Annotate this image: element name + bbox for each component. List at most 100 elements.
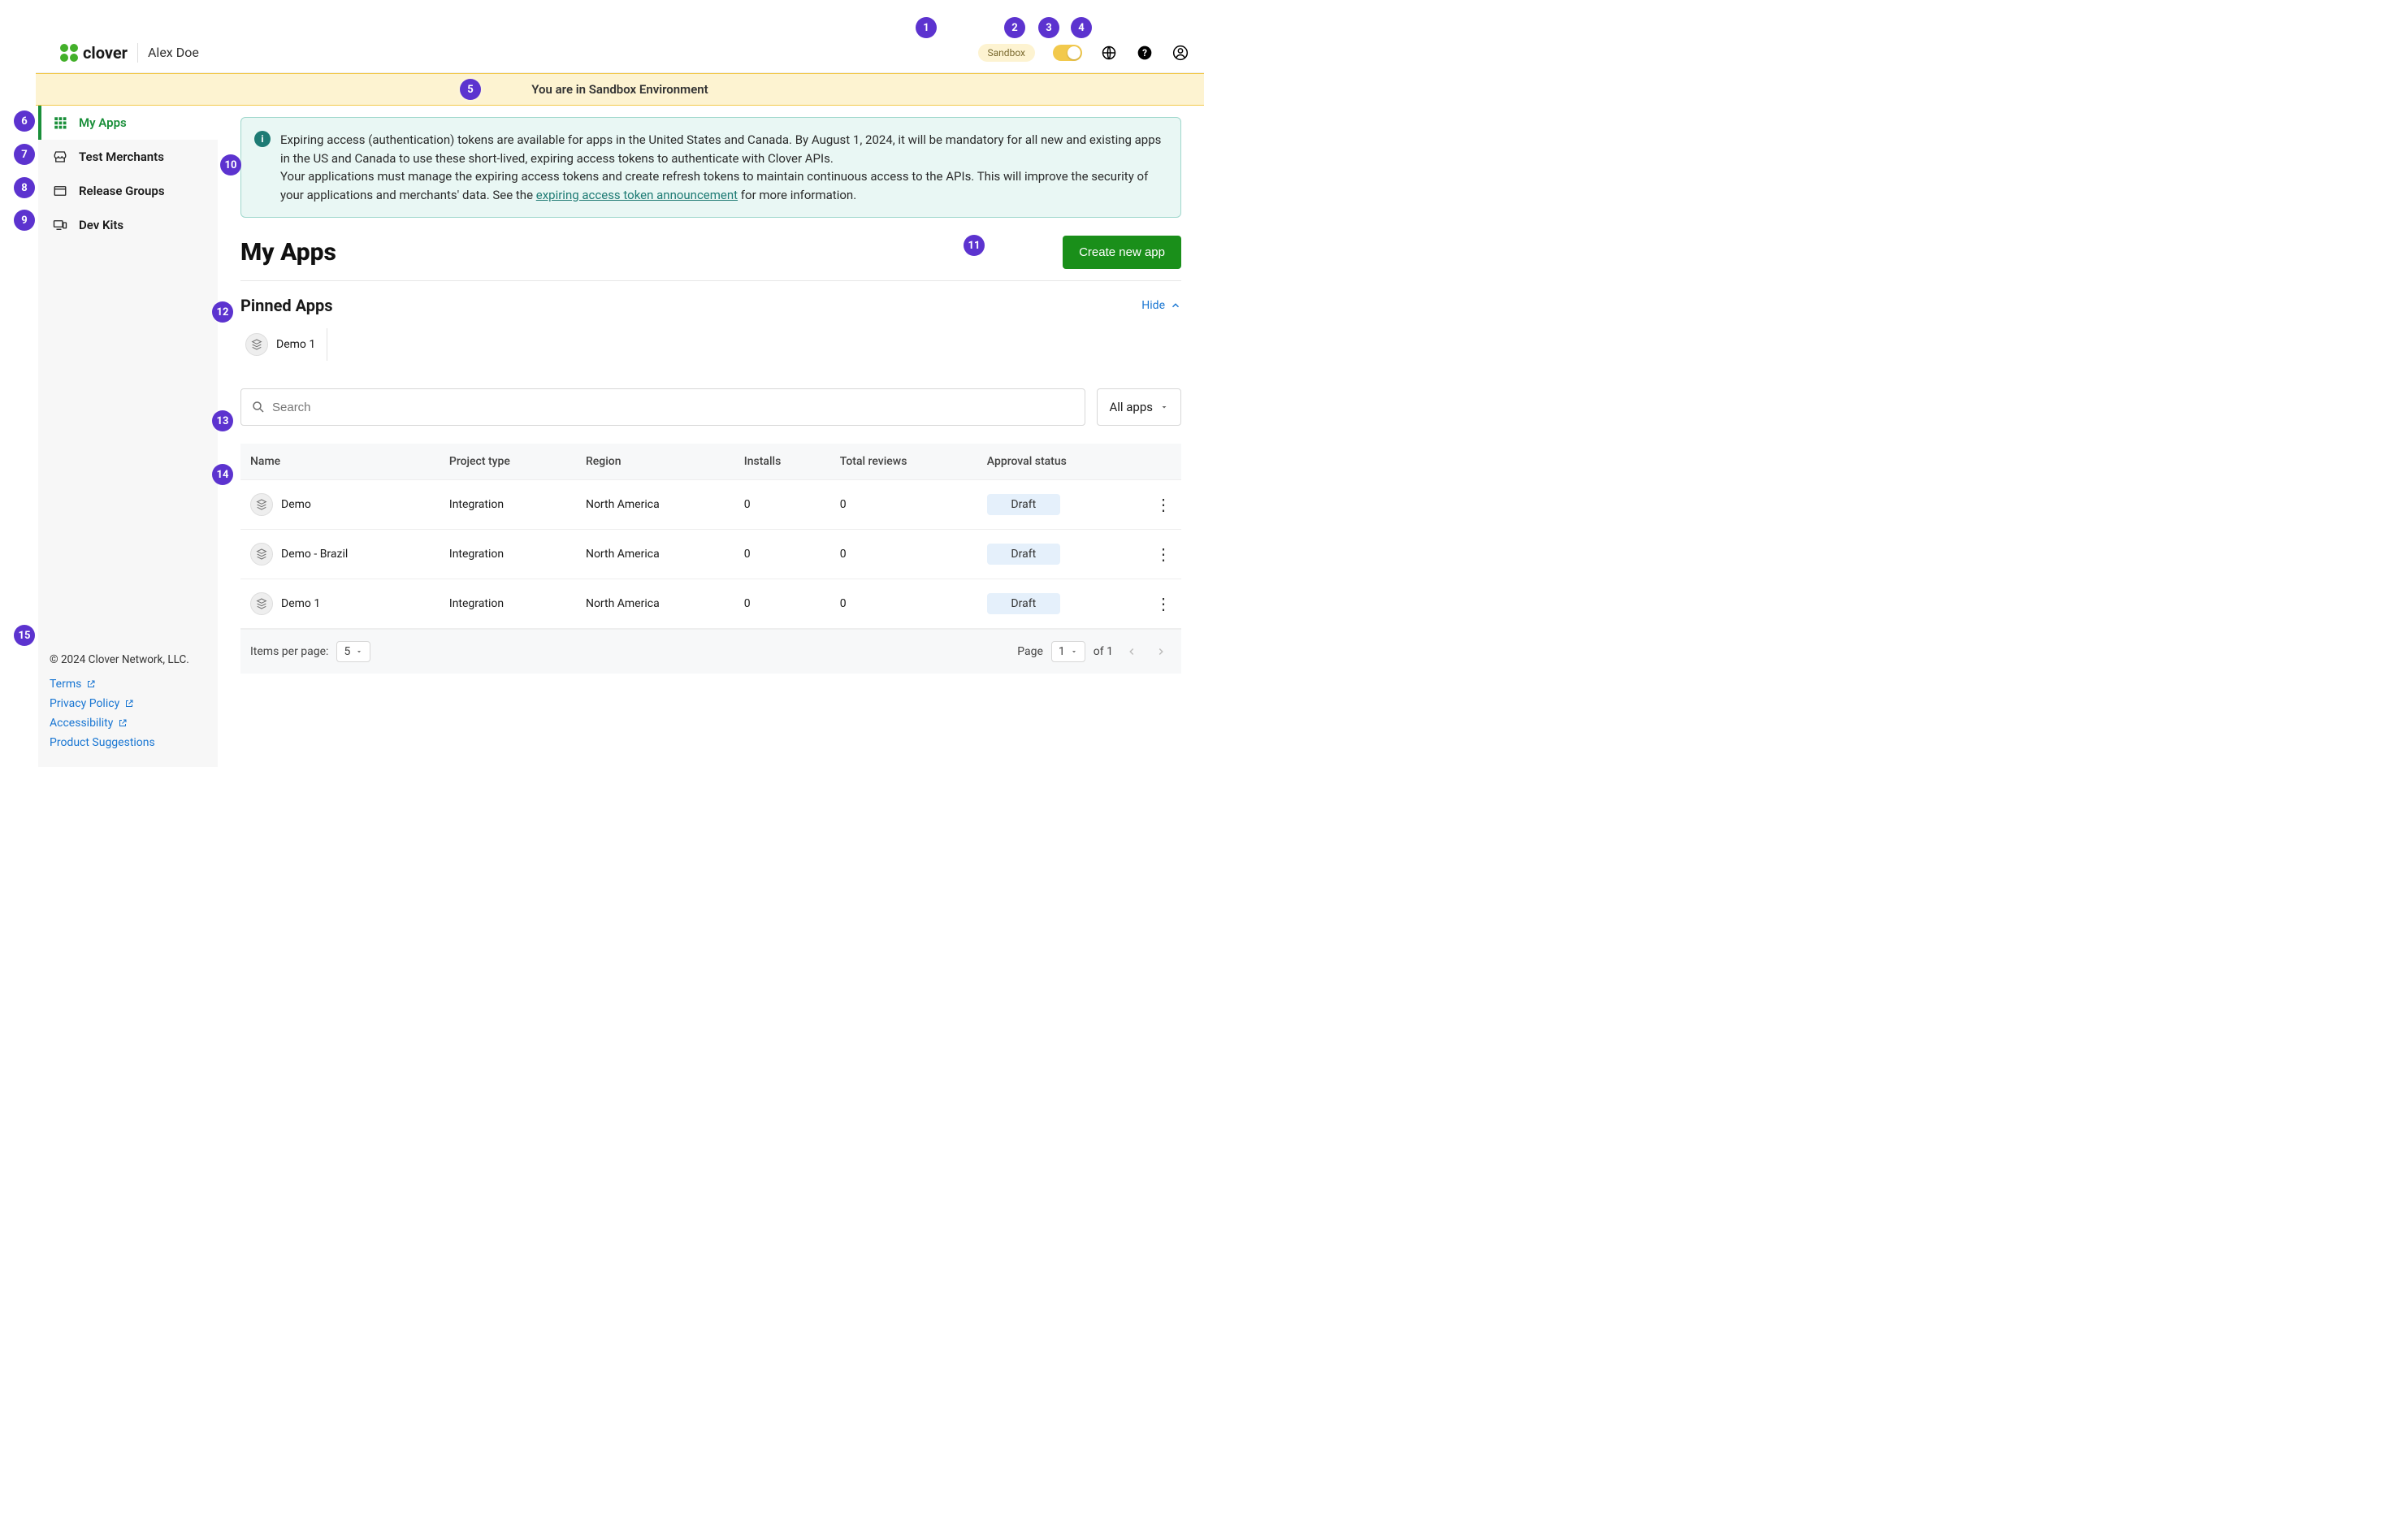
table-row[interactable]: Demo 1IntegrationNorth America00Draft⋮ bbox=[240, 579, 1181, 629]
sidebar-item-dev-kits[interactable]: Dev Kits bbox=[38, 208, 218, 242]
column-header-installs[interactable]: Installs bbox=[734, 444, 830, 480]
annotation-2: 2 bbox=[1004, 17, 1025, 38]
external-link-icon bbox=[118, 718, 128, 728]
annotation-3: 3 bbox=[1038, 17, 1059, 38]
sidebar-item-my-apps[interactable]: My Apps bbox=[38, 106, 218, 140]
info-text-2b: for more information. bbox=[738, 188, 856, 202]
profile-icon[interactable] bbox=[1172, 44, 1189, 62]
info-link[interactable]: expiring access token announcement bbox=[536, 188, 738, 202]
footer-link-label: Product Suggestions bbox=[50, 736, 155, 749]
status-badge: Draft bbox=[987, 544, 1060, 565]
page-of-text: of 1 bbox=[1094, 645, 1113, 658]
annotation-10: 10 bbox=[220, 154, 241, 176]
filter-label: All apps bbox=[1109, 400, 1153, 414]
prev-page-button[interactable] bbox=[1121, 641, 1142, 662]
storefront-icon bbox=[53, 150, 67, 164]
project-type-cell: Integration bbox=[440, 530, 576, 579]
app-name: Demo - Brazil bbox=[281, 548, 348, 561]
pinned-app-name: Demo 1 bbox=[276, 338, 315, 351]
main-content: i Expiring access (authentication) token… bbox=[218, 106, 1204, 767]
caret-down-icon bbox=[355, 648, 363, 656]
row-menu-button[interactable]: ⋮ bbox=[1146, 530, 1181, 579]
brand-logo[interactable]: clover bbox=[60, 43, 128, 63]
items-per-page-label: Items per page: bbox=[250, 645, 328, 658]
sidebar-item-release-groups[interactable]: Release Groups bbox=[38, 174, 218, 208]
column-header-region[interactable]: Region bbox=[576, 444, 734, 480]
environment-toggle[interactable] bbox=[1053, 45, 1082, 61]
table-footer: Items per page: 5 Page 1 of 1 bbox=[240, 629, 1181, 674]
hide-toggle[interactable]: Hide bbox=[1141, 299, 1181, 312]
pinned-app-item[interactable]: Demo 1 bbox=[240, 328, 327, 361]
svg-text:?: ? bbox=[1142, 47, 1147, 58]
row-menu-button[interactable]: ⋮ bbox=[1146, 579, 1181, 629]
search-icon bbox=[251, 400, 266, 414]
project-type-cell: Integration bbox=[440, 480, 576, 530]
globe-icon[interactable] bbox=[1100, 44, 1118, 62]
window-icon bbox=[53, 184, 67, 198]
sidebar-item-label: Test Merchants bbox=[79, 150, 164, 164]
footer-link-privacy[interactable]: Privacy Policy bbox=[50, 694, 206, 713]
chevron-left-icon bbox=[1126, 646, 1137, 657]
row-menu-button[interactable]: ⋮ bbox=[1146, 480, 1181, 530]
help-icon[interactable]: ? bbox=[1136, 44, 1154, 62]
page-value: 1 bbox=[1059, 645, 1065, 658]
hide-label: Hide bbox=[1141, 299, 1165, 312]
footer-link-suggestions[interactable]: Product Suggestions bbox=[50, 733, 206, 752]
table-row[interactable]: DemoIntegrationNorth America00Draft⋮ bbox=[240, 480, 1181, 530]
chevron-up-icon bbox=[1170, 300, 1181, 311]
sidebar-footer: © 2024 Clover Network, LLC. Terms Privac… bbox=[38, 644, 218, 767]
footer-link-label: Accessibility bbox=[50, 717, 113, 730]
search-input[interactable] bbox=[266, 401, 1075, 414]
column-header-status[interactable]: Approval status bbox=[977, 444, 1146, 480]
pinned-apps-heading: Pinned Apps bbox=[240, 296, 333, 315]
annotation-13: 13 bbox=[212, 410, 233, 431]
footer-link-label: Terms bbox=[50, 678, 81, 691]
annotation-14: 14 bbox=[212, 464, 233, 485]
footer-link-terms[interactable]: Terms bbox=[50, 674, 206, 694]
apps-table: Name Project type Region Installs Total … bbox=[240, 444, 1181, 629]
grid-icon bbox=[53, 115, 67, 130]
app-name: Demo 1 bbox=[281, 597, 320, 610]
chevron-right-icon bbox=[1155, 646, 1167, 657]
page-select[interactable]: 1 bbox=[1051, 641, 1085, 662]
column-header-project-type[interactable]: Project type bbox=[440, 444, 576, 480]
filter-dropdown[interactable]: All apps bbox=[1097, 388, 1181, 426]
page-label: Page bbox=[1017, 645, 1043, 658]
caret-down-icon bbox=[1159, 402, 1169, 412]
project-type-cell: Integration bbox=[440, 579, 576, 629]
annotation-9: 9 bbox=[14, 210, 35, 231]
annotation-11: 11 bbox=[964, 235, 985, 256]
table-row[interactable]: Demo - BrazilIntegrationNorth America00D… bbox=[240, 530, 1181, 579]
clover-icon bbox=[60, 44, 78, 62]
brand-name: clover bbox=[83, 43, 128, 63]
stack-icon bbox=[250, 493, 273, 516]
page-title: My Apps bbox=[240, 238, 336, 266]
copyright-text: © 2024 Clover Network, LLC. bbox=[50, 653, 206, 666]
next-page-button[interactable] bbox=[1150, 641, 1172, 662]
status-badge: Draft bbox=[987, 593, 1060, 614]
status-badge: Draft bbox=[987, 494, 1060, 515]
devices-icon bbox=[53, 218, 67, 232]
username-label: Alex Doe bbox=[148, 45, 199, 60]
sandbox-pill: Sandbox bbox=[978, 44, 1035, 62]
topbar: clover Alex Doe Sandbox ? bbox=[36, 32, 1204, 73]
column-header-name[interactable]: Name bbox=[240, 444, 440, 480]
pinned-apps-row: Demo 1 bbox=[240, 328, 1181, 361]
region-cell: North America bbox=[576, 480, 734, 530]
sidebar-nav: My Apps Test Merchants Release Groups De… bbox=[38, 106, 218, 644]
reviews-cell: 0 bbox=[830, 530, 977, 579]
external-link-icon bbox=[86, 679, 96, 689]
stack-icon bbox=[250, 592, 273, 615]
reviews-cell: 0 bbox=[830, 480, 977, 530]
region-cell: North America bbox=[576, 579, 734, 629]
info-icon: i bbox=[254, 131, 271, 147]
column-header-reviews[interactable]: Total reviews bbox=[830, 444, 977, 480]
items-per-page-select[interactable]: 5 bbox=[336, 641, 370, 662]
create-new-app-button[interactable]: Create new app bbox=[1063, 236, 1181, 269]
annotation-4: 4 bbox=[1071, 17, 1092, 38]
region-cell: North America bbox=[576, 530, 734, 579]
search-box[interactable] bbox=[240, 388, 1085, 426]
sidebar-item-test-merchants[interactable]: Test Merchants bbox=[38, 140, 218, 174]
info-text-1: Expiring access (authentication) tokens … bbox=[280, 132, 1161, 166]
footer-link-accessibility[interactable]: Accessibility bbox=[50, 713, 206, 733]
